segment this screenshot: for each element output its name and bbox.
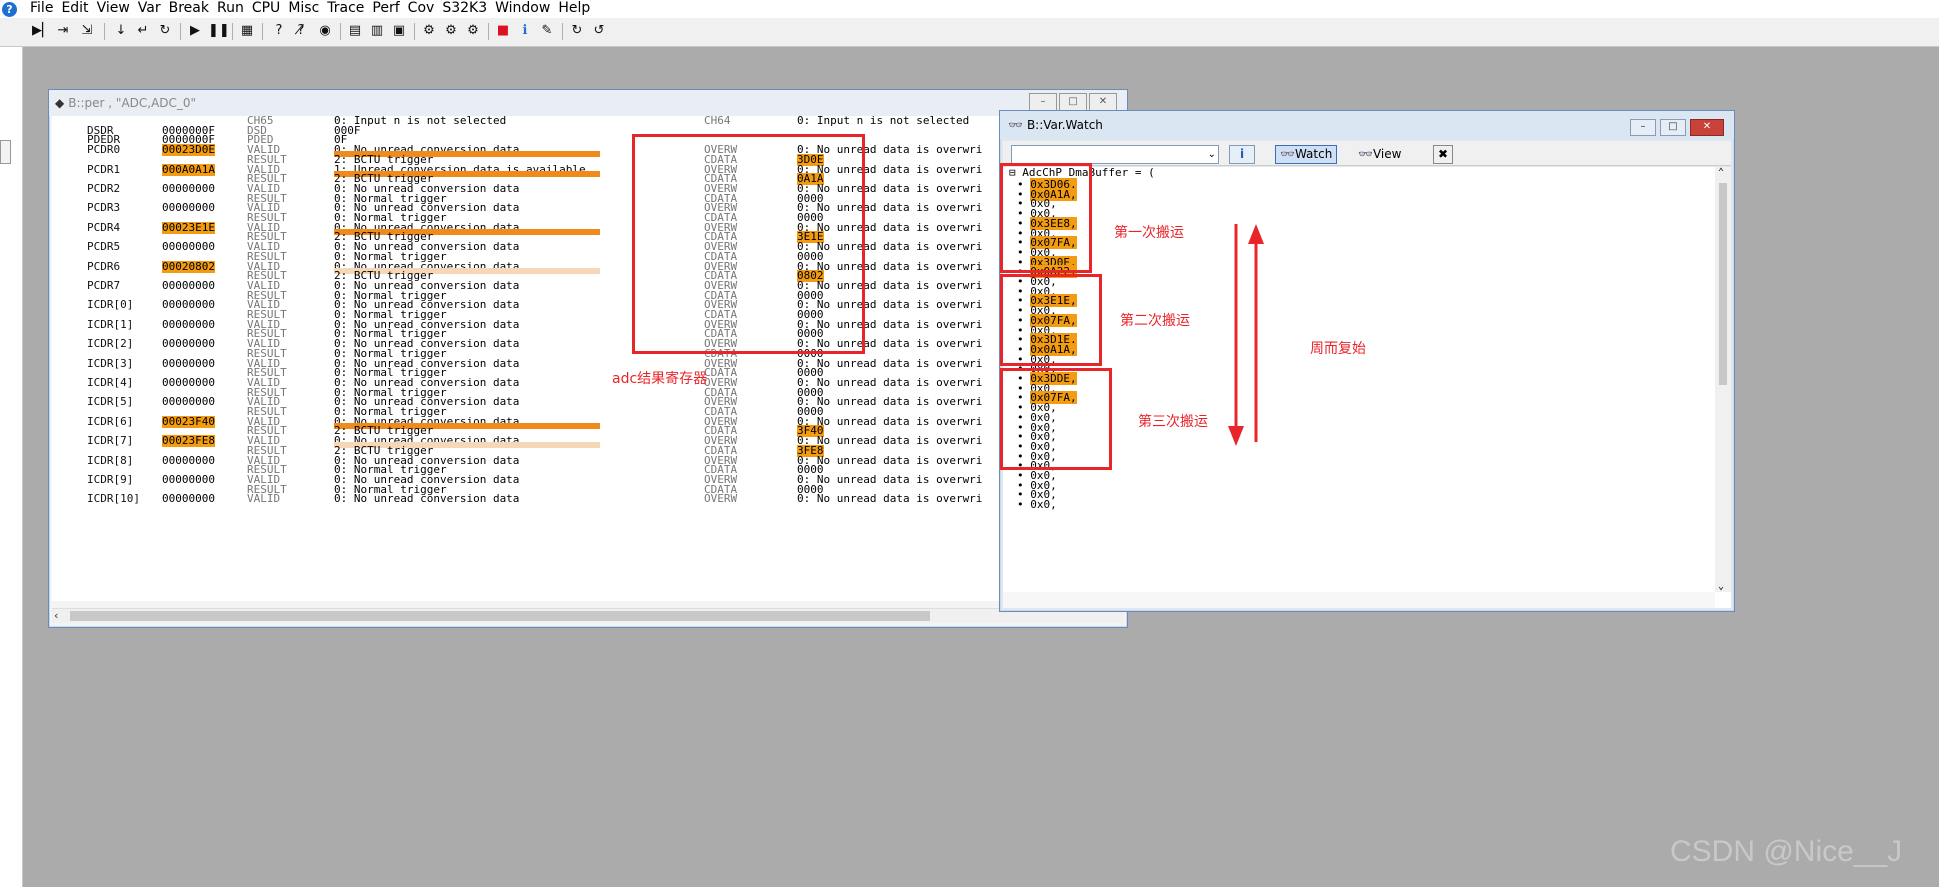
menu-item-edit[interactable]: Edit [59,0,94,17]
watch-button-label: Watch [1294,147,1333,161]
down-arrow-icon[interactable]: ↓ [112,22,130,40]
register-cell-c5: OVERW [704,492,738,506]
return-icon[interactable]: ↵ [134,22,152,40]
register-cell-c1: ICDR[10] [87,492,140,506]
var-icon[interactable]: ⚙ [464,22,482,40]
menu-item-perf[interactable]: Perf [370,0,405,17]
view-button-label: View [1372,147,1402,161]
watch-expression-combo[interactable]: ⌄ [1011,145,1219,164]
break-icon[interactable]: ❚❚ [208,22,230,40]
menu-bar: ? File Edit View Var Break Run CPU Misc Trace Per… [0,0,1939,18]
peripheral-window[interactable]: ◆ B::per , "ADC,ADC_0" – □ ✕ CH65 0: Input… [48,89,1128,628]
menu-item-trace[interactable]: Trace [325,0,370,17]
menu-item-window[interactable]: Window [493,0,556,17]
watch-toolbar: ⌄ i 👓Watch 👓View ✖ [1003,141,1731,166]
register-cell-c6: 0: No unread data is overwri [797,492,983,506]
per-window-title[interactable]: ◆ B::per , "ADC,ADC_0" [49,90,1127,116]
second-transfer-label: 第二次搬运 [1120,313,1190,329]
down-arrow-head [1228,426,1244,446]
watch-window-title[interactable]: 👓 B::Var.Watch [1000,111,1734,139]
watch-minimize-button[interactable]: – [1630,119,1656,136]
step-icon[interactable]: ⇥ [54,22,72,40]
glasses-icon: 👓 [1358,147,1373,161]
watermark: CSDN @Nice__J [1670,835,1903,868]
info-button[interactable]: i [1229,145,1255,164]
cycle-label: 周而复始 [1310,341,1366,357]
scroll-down-icon[interactable]: ⌄ [1718,581,1724,592]
adc-result-box [632,134,865,354]
register-cell-c2: 00000000 [162,492,215,506]
off-icon[interactable]: ◉ [316,22,334,40]
list-icon[interactable]: ▦ [238,22,256,40]
step-over-icon[interactable]: ⇲ [78,22,96,40]
bullet-icon: • [1017,498,1031,512]
tools-icon: ✖ [1438,147,1449,161]
chevron-down-icon[interactable]: ⌄ [1208,146,1216,163]
watch-horizontal-scrollbar[interactable] [1003,592,1715,608]
watch-value: 0x0, [1030,498,1057,512]
go-icon[interactable]: ▶ [186,22,204,40]
scroll-up-icon[interactable]: ⌃ [1718,167,1724,178]
cpu-icon[interactable]: ■ [494,22,512,40]
scroll-left-icon[interactable]: ‹ [54,609,58,623]
scroll-thumb[interactable] [1719,183,1727,385]
menu-item-misc[interactable]: Misc [286,0,325,17]
window-icon: ◆ [55,96,65,110]
wrench-icon[interactable]: ✎ [538,22,556,40]
up-arrow-head [1248,224,1264,244]
first-transfer-box [1000,163,1092,273]
per-window-title-text: B::per , "ADC,ADC_0" [68,96,197,110]
step-into-icon[interactable]: ▶▏ [32,22,52,40]
stack-icon[interactable]: ▣ [390,22,408,40]
horizontal-scrollbar[interactable]: ‹ [52,608,1124,623]
watch-window[interactable]: 👓 B::Var.Watch – □ ✕ ⌄ i 👓Watch 👓View ✖ ⊟… [999,110,1735,612]
up-icon[interactable]: ↻ [156,22,174,40]
menu-item-run[interactable]: Run [215,0,250,17]
side-tab[interactable] [0,140,11,164]
menu-item-help[interactable]: Help [556,0,596,17]
menu-item-break[interactable]: Break [167,0,215,17]
menu-item-cpu[interactable]: CPU [250,0,286,17]
register-icon[interactable]: ▥ [368,22,386,40]
menu-item-var[interactable]: Var [136,0,167,17]
left-strip [0,47,23,887]
second-transfer-box [1000,274,1102,366]
info-icon[interactable]: ℹ [516,22,534,40]
watch-close-button[interactable]: ✕ [1690,119,1724,136]
menu-item-view[interactable]: View [95,0,136,17]
glasses-icon: 👓 [1008,118,1023,132]
watch-window-title-text: B::Var.Watch [1026,118,1103,132]
register-row[interactable]: ICDR[10] 00000000 VALID 0: No unread conver… [52,493,1124,505]
cycle-arrows [1228,224,1264,446]
watch-body: ⊟ AdcChP_DmaBuffer = ( ⌃ ⌄ • 0x3D06, • 0x0… [1003,167,1731,608]
register-table: CH65 0: Input n is not selected CH64 0: Inp… [52,116,1124,601]
third-transfer-label: 第三次搬运 [1138,414,1208,430]
first-transfer-label: 第一次搬运 [1114,225,1184,241]
menu-item-cov[interactable]: Cov [406,0,441,17]
adc-result-label: adc结果寄存器 [612,371,708,387]
register-cell-c3: VALID [247,492,281,506]
watch-button[interactable]: 👓Watch [1275,145,1338,164]
watch-item[interactable]: • 0x0, [1017,499,1057,511]
third-transfer-box [1000,368,1112,470]
view-icon[interactable]: ⚙ [442,22,460,40]
watch-icon[interactable]: ⚙ [420,22,438,40]
menu-item-s32k3[interactable]: S32K3 [440,0,493,17]
memory-icon[interactable]: ▤ [346,22,364,40]
toolbar: ▶▏ ⇥ ⇲ ↓ ↵ ↻ ▶ ❚❚ ▦ ? ?̸ ◉ ▤ ▥ ▣ ⚙ ⚙ ⚙ ■… [0,18,1939,47]
tools-button[interactable]: ✖ [1433,145,1454,164]
scroll-thumb[interactable] [70,611,930,621]
question-icon[interactable]: ? [270,22,288,40]
vertical-scrollbar[interactable]: ⌃ ⌄ [1715,167,1731,592]
register-cell-c4: 0: No unread conversion data [334,492,520,506]
glasses-icon: 👓 [1280,147,1295,161]
refresh-icon[interactable]: ↻ [568,22,586,40]
reset-icon[interactable]: ↺ [590,22,608,40]
help-context-icon[interactable]: ?̸ [292,22,310,40]
watch-maximize-button[interactable]: □ [1660,119,1686,136]
menu-item-file[interactable]: File [28,0,59,17]
help-icon[interactable]: ? [2,2,17,17]
view-button[interactable]: 👓View [1353,145,1406,164]
